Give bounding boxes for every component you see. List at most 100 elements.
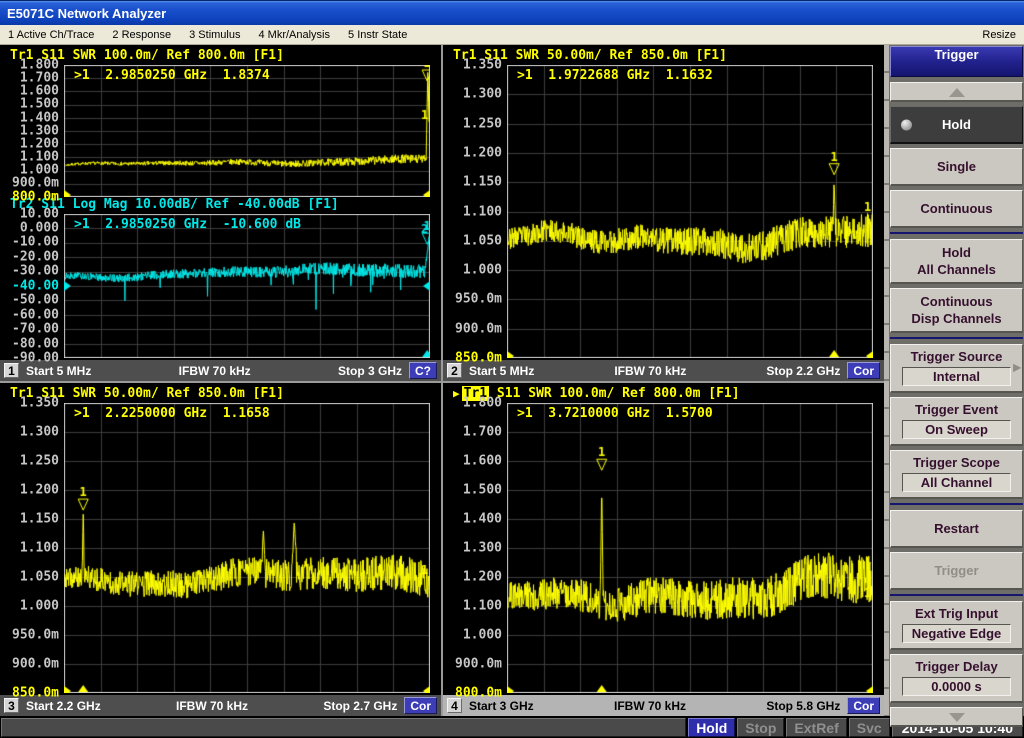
axis-label: 1.400 <box>463 512 502 527</box>
axis-label: 0.000 <box>20 221 59 236</box>
ifbw: IFBW 70 kHz <box>541 699 760 713</box>
axis-label: 1.800 <box>463 396 502 411</box>
axis-label: -40.00 <box>12 278 59 293</box>
softkey-label: All Channels <box>893 261 1020 278</box>
ch2-trace1-marker-readout: >1 1.9722688 GHz 1.1632 <box>517 68 713 83</box>
axis-label: -70.00 <box>12 322 59 337</box>
softkey-label: Continuous <box>893 201 1020 216</box>
softkey-group-separator <box>890 594 1023 596</box>
softkey-value: 0.0000 s <box>902 677 1011 696</box>
softkey-trigger-source[interactable]: Trigger Source Internal▶ <box>890 344 1023 393</box>
stop-freq: Stop 2.2 GHz <box>766 364 840 378</box>
channel-2-window[interactable]: Tr1 S11 SWR 50.00m/ Ref 850.0m [F1] 1.35… <box>443 45 884 381</box>
axis-label: 1.100 <box>20 541 59 556</box>
instrument-status-bar: Hold Stop ExtRef Svc 2014-10-05 10:40 <box>0 716 1024 738</box>
softkey-label: Restart <box>893 521 1020 536</box>
submenu-arrow-icon: ▶ <box>1013 363 1021 374</box>
softkey-menu-title: Trigger <box>890 46 1023 77</box>
softkey-label: Hold <box>893 117 1020 132</box>
axis-label: 950.0m <box>455 292 502 307</box>
ch2-status-bar[interactable]: 2 Start 5 MHz IFBW 70 kHz Stop 2.2 GHz C… <box>443 360 884 381</box>
resize-button[interactable]: Resize <box>982 29 1016 41</box>
start-freq: Start 5 MHz <box>469 364 534 378</box>
axis-label: -60.00 <box>12 307 59 322</box>
axis-label: 900.0m <box>455 657 502 672</box>
axis-label: 1.250 <box>20 454 59 469</box>
softkey-restart[interactable]: Restart <box>890 510 1023 548</box>
softkey-value: Internal <box>902 367 1011 386</box>
axis-label: 1.250 <box>463 116 502 131</box>
channel-3-window[interactable]: Tr1 S11 SWR 50.00m/ Ref 850.0m [F1] 1.35… <box>0 383 441 716</box>
menu-active-ch-trace[interactable]: 1 Active Ch/Trace <box>8 29 94 41</box>
softkey-scroll-down[interactable] <box>890 707 1023 727</box>
window-title: E5071C Network Analyzer <box>7 6 166 21</box>
ch3-status-bar[interactable]: 3 Start 2.2 GHz IFBW 70 kHz Stop 2.7 GHz… <box>0 695 441 716</box>
softkey-label: Hold <box>893 244 1020 261</box>
softkey-single[interactable]: Single <box>890 148 1023 186</box>
softkey-label: Disp Channels <box>893 310 1020 327</box>
ch1-trace1-header: Tr1 S11 SWR 100.0m/ Ref 800.0m [F1] <box>0 48 441 65</box>
ch4-trace1-canvas <box>507 403 873 693</box>
ch1-trace2-marker-readout: >1 2.9850250 GHz -10.600 dB <box>74 217 301 232</box>
stop-freq: Stop 3 GHz <box>338 364 402 378</box>
axis-label: 850.0m <box>12 686 59 701</box>
extref-indicator: ExtRef <box>786 718 846 737</box>
axis-label: 1.000 <box>463 628 502 643</box>
scroll-down-icon <box>949 713 965 722</box>
softkey-trigger-delay[interactable]: Trigger Delay0.0000 s <box>890 654 1023 703</box>
ch2-trace1-canvas <box>507 65 873 358</box>
trace-params: S11 SWR 50.00m/ Ref 850.0m [F1] <box>476 48 726 63</box>
softkey-value: On Sweep <box>902 420 1011 439</box>
softkey-group-separator <box>890 337 1023 339</box>
menu-instr-state[interactable]: 5 Instr State <box>348 29 407 41</box>
start-freq: Start 5 MHz <box>26 364 91 378</box>
axis-label: -10.00 <box>12 235 59 250</box>
trace-params: S11 Log Mag 10.00dB/ Ref -40.00dB [F1] <box>33 197 338 212</box>
status-bar-filler <box>1 718 686 737</box>
menu-response[interactable]: 2 Response <box>112 29 171 41</box>
softkey-hold[interactable]: Hold <box>890 106 1023 144</box>
menu-stimulus[interactable]: 3 Stimulus <box>189 29 240 41</box>
softkey-label: Trigger <box>893 563 1020 578</box>
axis-label: 1.350 <box>463 58 502 73</box>
sweep-status-badge: Hold <box>688 718 735 737</box>
softkey-group-separator <box>890 232 1023 234</box>
axis-label: 950.0m <box>12 628 59 643</box>
softkey-continuous[interactable]: Continuous <box>890 190 1023 228</box>
ch1-trace1-axis: 1.8001.7001.6001.5001.4001.3001.2001.100… <box>0 65 64 197</box>
ch4-status-bar[interactable]: 4 Start 3 GHz IFBW 70 kHz Stop 5.8 GHz C… <box>443 695 884 716</box>
softkey-label: Continuous <box>893 293 1020 310</box>
axis-label: 800.0m <box>12 189 59 204</box>
ch1-trace2-canvas <box>64 214 430 358</box>
ch3-trace1-header: Tr1 S11 SWR 50.00m/ Ref 850.0m [F1] <box>0 386 441 403</box>
radio-bullet-icon <box>901 119 912 130</box>
axis-label: 900.0m <box>455 321 502 336</box>
softkey-hold-all-channels[interactable]: HoldAll Channels <box>890 239 1023 284</box>
axis-label: 1.300 <box>463 541 502 556</box>
ch1-trace2-header: Tr2 S11 Log Mag 10.00dB/ Ref -40.00dB [F… <box>0 197 441 214</box>
axis-label: 1.100 <box>463 204 502 219</box>
ch3-trace1-plot: >1 2.2250000 GHz 1.1658 <box>64 403 430 693</box>
menu-mkr-analysis[interactable]: 4 Mkr/Analysis <box>258 29 330 41</box>
softkey-trigger-scope[interactable]: Trigger ScopeAll Channel <box>890 450 1023 499</box>
softkey-scrollbar[interactable] <box>884 45 889 716</box>
axis-label: 1.050 <box>20 570 59 585</box>
softkey-value: All Channel <box>902 473 1011 492</box>
axis-label: 1.100 <box>463 599 502 614</box>
channel-4-window[interactable]: ▶Tr1 S11 SWR 100.0m/ Ref 800.0m [F1] 1.8… <box>443 383 884 716</box>
softkey-trigger-event[interactable]: Trigger EventOn Sweep <box>890 397 1023 446</box>
axis-label: 1.050 <box>463 233 502 248</box>
softkey-continuous-disp-channels[interactable]: ContinuousDisp Channels <box>890 288 1023 333</box>
softkey-label: Trigger Source <box>893 349 1020 364</box>
softkey-group-separator <box>890 503 1023 505</box>
channel-1-window[interactable]: Tr1 S11 SWR 100.0m/ Ref 800.0m [F1] 1.80… <box>0 45 441 381</box>
channel-grid: Tr1 S11 SWR 100.0m/ Ref 800.0m [F1] 1.80… <box>0 45 884 716</box>
window-titlebar: E5071C Network Analyzer <box>0 0 1024 25</box>
softkey-ext-trig-input[interactable]: Ext Trig InputNegative Edge <box>890 601 1023 650</box>
softkey-scroll-up[interactable] <box>890 82 1023 102</box>
axis-label: 1.700 <box>463 425 502 440</box>
ch1-status-bar[interactable]: 1 Start 5 MHz IFBW 70 kHz Stop 3 GHz C? <box>0 360 441 381</box>
axis-label: 1.300 <box>20 425 59 440</box>
axis-label: 1.000 <box>463 263 502 278</box>
axis-label: 850.0m <box>455 351 502 366</box>
